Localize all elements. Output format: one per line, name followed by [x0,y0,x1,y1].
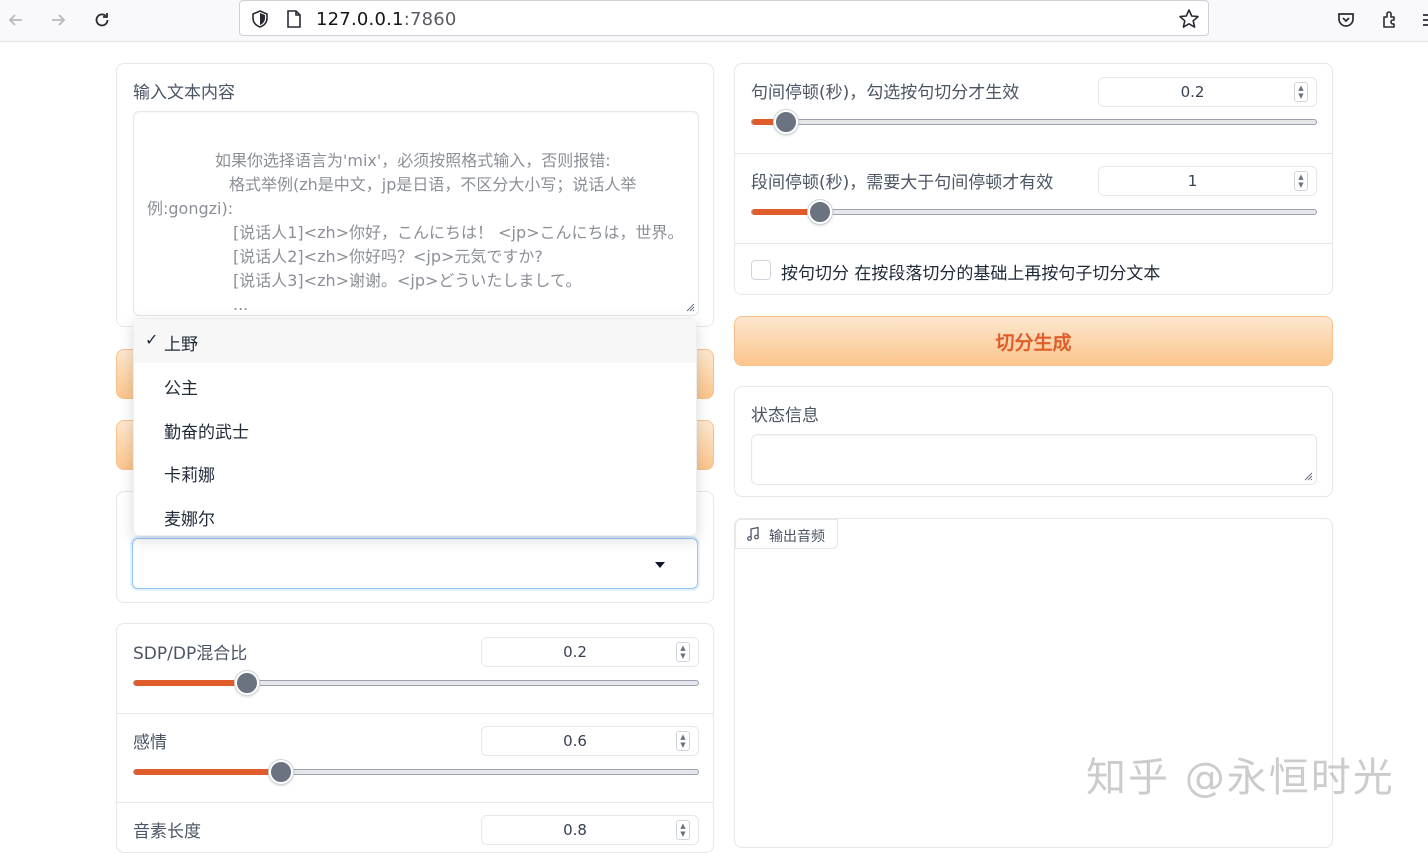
paragraph-pause-slider[interactable] [751,200,1317,224]
sdp-ratio-value: 0.2 [563,643,587,661]
input-textarea[interactable]: 如果你选择语言为'mix'，必须按照格式输入，否则报错: 格式举例(zh是中文，… [133,111,699,316]
spinner-icon[interactable]: ▲ ▼ [676,731,690,751]
dropdown-option-label: 卡莉娜 [164,466,215,486]
sentence-pause-value: 0.2 [1180,83,1205,101]
divider [117,802,713,803]
audio-output-tab: 输出音频 [735,519,838,549]
page-info-icon[interactable] [285,9,303,33]
pocket-icon[interactable] [1334,8,1358,32]
input-text-label: 输入文本内容 [133,83,235,103]
paragraph-pause-input[interactable]: 1 ▲ ▼ [1098,166,1317,196]
dropdown-option-1[interactable]: 公主 [134,363,696,407]
input-text-panel: 输入文本内容 如果你选择语言为'mix'，必须按照格式输入，否则报错: 格式举例… [116,63,714,327]
resize-handle-icon[interactable] [685,302,695,312]
slider-thumb[interactable] [808,200,832,224]
textarea-line-2: 格式举例(zh是中文，jp是日语，不区分大小写；说话人举 [229,175,637,194]
phoneme-length-value: 0.8 [563,821,587,839]
divider [735,243,1332,244]
spinner-icon[interactable]: ▲ ▼ [1294,82,1308,102]
textarea-line-1: 如果你选择语言为'mix'，必须按照格式输入，否则报错: [215,151,611,170]
textarea-line-6: [说话人3]<zh>谢谢。<jp>どういたしまして。 [233,271,582,290]
textarea-line-4: [说话人1]<zh>你好，こんにちは！ <jp>こんにちは，世界。 [233,223,684,242]
bookmark-star-icon[interactable] [1178,8,1200,34]
dropdown-option-2[interactable]: 勤奋的武士 [134,407,696,451]
sentence-pause-label: 句间停顿(秒)，勾选按句切分才生效 [751,83,1020,103]
status-label: 状态信息 [751,406,819,426]
emotion-label: 感情 [133,733,167,753]
textarea-line-3: 例:gongzi): [147,199,234,218]
url-text: 127.0.0.1:7860 [316,9,457,30]
slider-fill [134,680,247,686]
spinner-icon[interactable]: ▲ ▼ [1294,171,1308,191]
chevron-down-icon[interactable] [655,562,665,568]
browser-toolbar: 127.0.0.1:7860 [0,0,1428,42]
slider-thumb[interactable] [774,110,798,134]
emotion-slider[interactable] [133,760,699,784]
url-host: 127.0.0.1 [316,9,404,30]
dropdown-option-label: 勤奋的武士 [164,423,249,443]
dropdown-option-0[interactable]: ✓ 上野 [134,319,696,363]
split-settings-panel: 句间停顿(秒)，勾选按句切分才生效 0.2 ▲ ▼ 段间停顿(秒)，需要大于句间停… [734,63,1333,295]
audio-output-label: 输出音频 [769,529,825,545]
dropdown-option-3[interactable]: 卡莉娜 [134,450,696,494]
synthesis-params-panel: SDP/DP混合比 0.2 ▲ ▼ 感情 0.6 ▲ ▼ 音素长度 0.8 ▲ ▼ [116,623,714,853]
dropdown-option-4[interactable]: 麦娜尔 [134,494,696,538]
sentence-pause-input[interactable]: 0.2 ▲ ▼ [1098,77,1317,107]
emotion-input[interactable]: 0.6 ▲ ▼ [481,726,699,756]
spinner-icon[interactable]: ▲ ▼ [676,642,690,662]
speaker-select[interactable] [132,538,698,589]
sentence-pause-slider[interactable] [751,110,1317,134]
slider-fill [134,769,281,775]
url-port: :7860 [403,9,457,30]
status-panel: 状态信息 [734,386,1333,497]
dropdown-option-label: 麦娜尔 [164,510,215,530]
watermark-text: 知乎 @永恒时光 [1086,755,1395,801]
reload-icon[interactable] [90,8,114,32]
address-bar[interactable]: 127.0.0.1:7860 [239,0,1209,36]
divider [117,713,713,714]
speaker-dropdown-menu: ✓ 上野 公主 勤奋的武士 卡莉娜 麦娜尔 [133,318,697,536]
paragraph-pause-value: 1 [1187,172,1198,190]
spinner-icon[interactable]: ▲ ▼ [676,820,690,840]
textarea-line-5: [说话人2]<zh>你好吗？<jp>元気ですか? [233,247,543,266]
sentence-split-label: 按句切分 在按段落切分的基础上再按句子切分文本 [781,264,1161,284]
paragraph-pause-label: 段间停顿(秒)，需要大于句间停顿才有效 [751,173,1054,193]
phoneme-length-label: 音素长度 [133,822,201,842]
shield-icon[interactable] [250,9,270,33]
menu-icon[interactable] [1416,8,1428,32]
split-generate-button[interactable]: 切分生成 [734,316,1333,366]
back-arrow-icon[interactable] [4,8,28,32]
status-textarea[interactable] [751,434,1317,485]
sdp-ratio-input[interactable]: 0.2 ▲ ▼ [481,637,699,667]
sdp-ratio-slider[interactable] [133,671,699,695]
sentence-split-checkbox[interactable] [751,260,771,280]
extensions-icon[interactable] [1378,8,1402,32]
forward-arrow-icon[interactable] [46,8,70,32]
emotion-value: 0.6 [563,732,587,750]
check-icon: ✓ [145,330,159,349]
resize-handle-icon[interactable] [1303,471,1313,481]
dropdown-option-label: 公主 [164,379,198,399]
music-note-icon [746,526,760,546]
sdp-ratio-label: SDP/DP混合比 [133,644,248,664]
dropdown-option-label: 上野 [164,335,198,355]
slider-thumb[interactable] [269,760,293,784]
phoneme-length-input[interactable]: 0.8 ▲ ▼ [481,815,699,845]
textarea-line-7: ... [233,295,249,314]
slider-thumb[interactable] [235,671,259,695]
divider [735,153,1332,154]
